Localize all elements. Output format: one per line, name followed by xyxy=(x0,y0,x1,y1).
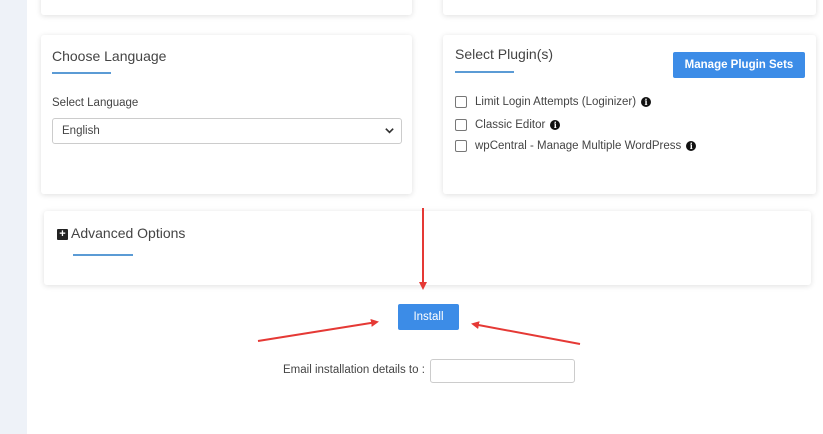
chevron-down-icon xyxy=(385,128,394,134)
info-icon[interactable]: i xyxy=(686,141,697,151)
choose-language-card: Choose Language Select Language English xyxy=(41,35,412,194)
plugin-row-loginizer: Limit Login Attempts (Loginizer) i xyxy=(455,96,652,108)
plugin-row-wpcentral: wpCentral - Manage Multiple WordPress i xyxy=(455,140,697,152)
arrow-right-icon xyxy=(257,318,379,342)
plugin-checkbox[interactable] xyxy=(455,140,467,152)
left-sidebar-rail xyxy=(0,0,27,434)
install-button[interactable]: Install xyxy=(398,304,459,330)
plugin-row-classic-editor: Classic Editor i xyxy=(455,119,561,131)
arrow-left-icon xyxy=(471,321,581,345)
info-icon[interactable]: i xyxy=(641,97,652,107)
title-underline xyxy=(73,254,133,256)
select-plugins-card: Select Plugin(s) Manage Plugin Sets Limi… xyxy=(443,35,816,194)
title-underline xyxy=(455,71,514,73)
info-icon[interactable]: i xyxy=(550,120,561,130)
plugin-checkbox[interactable] xyxy=(455,119,467,131)
title-underline xyxy=(52,72,111,74)
plugin-checkbox[interactable] xyxy=(455,96,467,108)
advanced-options-card: + Advanced Options xyxy=(44,211,811,285)
manage-plugin-sets-button[interactable]: Manage Plugin Sets xyxy=(673,52,805,78)
email-input[interactable] xyxy=(430,359,575,383)
language-select[interactable]: English xyxy=(52,118,402,144)
email-details-label: Email installation details to : xyxy=(283,364,425,376)
select-language-label: Select Language xyxy=(52,97,139,109)
plugin-label: wpCentral - Manage Multiple WordPress xyxy=(475,140,682,152)
advanced-options-toggle[interactable]: Advanced Options xyxy=(71,225,185,241)
card-title-choose-language: Choose Language xyxy=(52,48,167,64)
card-title-select-plugins: Select Plugin(s) xyxy=(455,46,554,62)
plugin-label: Classic Editor xyxy=(475,119,546,131)
top-right-card-fragment xyxy=(443,0,816,15)
plugin-label: Limit Login Attempts (Loginizer) xyxy=(475,96,637,108)
expand-plus-icon[interactable]: + xyxy=(57,229,68,240)
language-select-value: English xyxy=(62,125,100,137)
top-left-card-fragment xyxy=(41,0,412,15)
